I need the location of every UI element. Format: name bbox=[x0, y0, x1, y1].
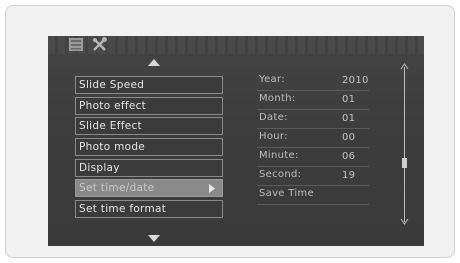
scrollbar-track[interactable] bbox=[404, 67, 405, 222]
list-icon[interactable] bbox=[69, 38, 83, 51]
menu-item-set-time-format[interactable]: Set time format bbox=[75, 200, 223, 219]
menu-item-photo-mode[interactable]: Photo mode bbox=[75, 138, 223, 157]
top-toolbar bbox=[48, 36, 424, 54]
scrollbar-thumb[interactable] bbox=[402, 158, 407, 168]
menu-item-label: Slide Speed bbox=[79, 79, 145, 91]
hour-row[interactable]: Hour: 00 bbox=[257, 129, 369, 148]
month-value: 01 bbox=[342, 94, 356, 105]
date-value: 01 bbox=[342, 113, 356, 124]
date-row[interactable]: Date: 01 bbox=[257, 110, 369, 129]
second-value: 19 bbox=[342, 170, 356, 181]
menu-item-label: Display bbox=[79, 161, 120, 174]
device-frame: Slide Speed Photo effect Slide Effect Ph… bbox=[5, 5, 455, 258]
hour-label: Hour: bbox=[259, 131, 288, 142]
date-label: Date: bbox=[259, 112, 288, 123]
month-label: Month: bbox=[259, 93, 296, 104]
save-time-row[interactable]: Save Time bbox=[257, 186, 369, 205]
hour-value: 00 bbox=[342, 132, 356, 143]
year-row[interactable]: Year: 2010 bbox=[257, 72, 369, 91]
menu-item-label: Set time format bbox=[79, 203, 167, 216]
year-value: 2010 bbox=[342, 75, 369, 86]
month-row[interactable]: Month: 01 bbox=[257, 91, 369, 110]
menu-item-display[interactable]: Display bbox=[75, 158, 223, 177]
scrollbar-down-arrow-icon[interactable] bbox=[400, 217, 409, 225]
tools-icon[interactable] bbox=[92, 37, 108, 52]
second-label: Second: bbox=[259, 169, 302, 180]
menu-item-label: Slide Effect bbox=[79, 120, 142, 133]
menu-item-slide-effect[interactable]: Slide Effect bbox=[75, 117, 223, 136]
settings-menu: Slide Speed Photo effect Slide Effect Ph… bbox=[75, 76, 223, 221]
scroll-down-arrow-icon[interactable] bbox=[148, 235, 160, 242]
year-label: Year: bbox=[259, 74, 285, 85]
minute-value: 06 bbox=[342, 151, 356, 162]
menu-item-photo-effect[interactable]: Photo effect bbox=[75, 96, 223, 115]
scroll-up-arrow-icon[interactable] bbox=[148, 59, 160, 66]
second-row[interactable]: Second: 19 bbox=[257, 167, 369, 186]
photo-frame-screen: Slide Speed Photo effect Slide Effect Ph… bbox=[48, 36, 424, 246]
menu-item-slide-speed[interactable]: Slide Speed bbox=[75, 76, 223, 94]
chevron-right-icon bbox=[209, 184, 215, 194]
menu-item-set-time-date[interactable]: Set time/date bbox=[75, 179, 223, 198]
menu-item-label: Photo mode bbox=[79, 141, 146, 154]
menu-item-label: Photo effect bbox=[79, 99, 147, 112]
save-time-button[interactable]: Save Time bbox=[259, 188, 314, 199]
menu-item-label: Set time/date bbox=[79, 182, 155, 195]
minute-row[interactable]: Minute: 06 bbox=[257, 148, 369, 167]
minute-label: Minute: bbox=[259, 150, 299, 161]
